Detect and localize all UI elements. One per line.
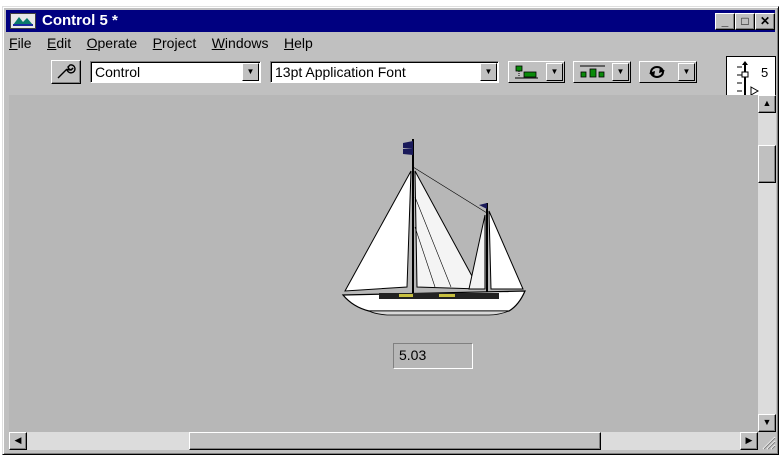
window-app-icon[interactable] [10, 13, 36, 29]
distribute-objects-icon [580, 65, 605, 78]
menu-windows[interactable]: Windows [212, 35, 269, 51]
font-select[interactable]: 13pt Application Font ▼ [270, 61, 499, 83]
distribute-objects-select[interactable]: ▼ [573, 61, 631, 83]
minimize-button[interactable]: _ [715, 13, 735, 30]
vertical-scroll-thumb[interactable] [758, 145, 776, 183]
reorder-icon [649, 66, 665, 78]
connector-count: 5 [761, 65, 769, 80]
labview-window: Control 5 * _ □ ✕ File Edit Operate Proj… [2, 6, 779, 455]
horizontal-scrollbar[interactable]: ◀ ▶ [9, 432, 758, 450]
window-title: Control 5 * [42, 12, 118, 29]
close-button[interactable]: ✕ [755, 13, 775, 30]
control-type-select[interactable]: Control ▼ [90, 61, 261, 83]
chevron-down-icon[interactable]: ▼ [242, 63, 259, 81]
vertical-scrollbar[interactable]: ▲ ▼ [758, 95, 776, 432]
maximize-icon: □ [741, 14, 749, 28]
minimize-icon: _ [721, 14, 729, 28]
close-icon: ✕ [759, 14, 771, 28]
menu-file[interactable]: File [9, 35, 32, 51]
align-objects-icon [515, 65, 538, 79]
chevron-down-icon[interactable]: ▼ [612, 63, 629, 81]
menu-operate[interactable]: Operate [87, 35, 138, 51]
menu-help[interactable]: Help [284, 35, 313, 51]
menu-edit[interactable]: Edit [47, 35, 71, 51]
scroll-down-button[interactable]: ▼ [758, 414, 776, 432]
menu-bar: File Edit Operate Project Windows Help [9, 35, 324, 55]
toolbar: Control ▼ 13pt Application Font ▼ ▼ ▼ ▼ [3, 57, 780, 89]
resize-grip-icon[interactable] [758, 432, 776, 450]
scroll-up-button[interactable]: ▲ [758, 95, 776, 113]
sailboat-image [341, 139, 526, 316]
align-objects-select[interactable]: ▼ [508, 61, 565, 83]
wrench-icon [57, 64, 76, 79]
scroll-right-button[interactable]: ▶ [740, 432, 758, 450]
chevron-down-icon[interactable]: ▼ [678, 63, 695, 81]
chevron-down-icon[interactable]: ▼ [546, 63, 563, 81]
scroll-left-button[interactable]: ◀ [9, 432, 27, 450]
title-bar[interactable]: Control 5 * _ □ ✕ [6, 10, 775, 32]
chevron-down-icon[interactable]: ▼ [480, 63, 497, 81]
front-panel[interactable]: 5.03 [9, 95, 758, 432]
numeric-indicator[interactable]: 5.03 [393, 343, 473, 369]
maximize-button[interactable]: □ [735, 13, 755, 30]
reorder-select[interactable]: ▼ [639, 61, 697, 83]
menu-project[interactable]: Project [153, 35, 197, 51]
horizontal-scroll-thumb[interactable] [189, 432, 601, 450]
edit-mode-button[interactable] [51, 60, 81, 84]
